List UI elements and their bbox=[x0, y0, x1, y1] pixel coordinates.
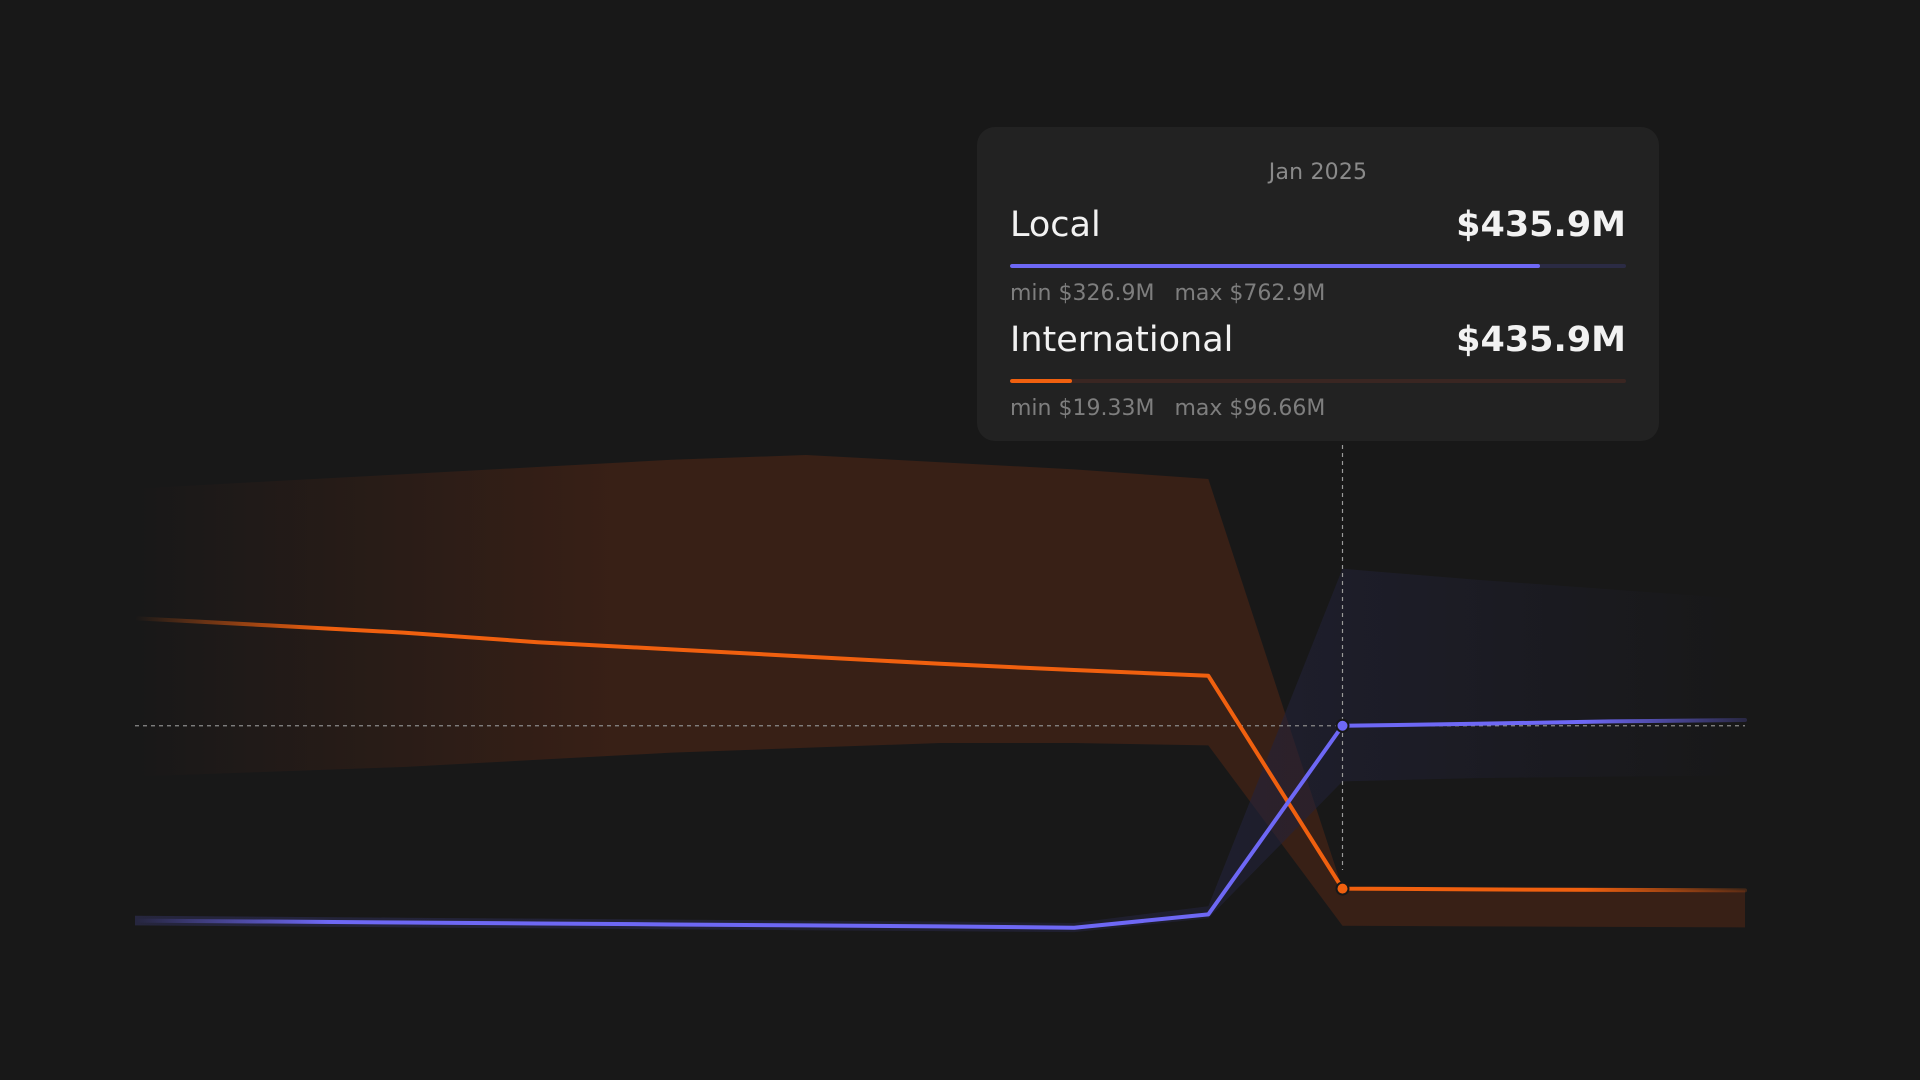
tooltip-international-minmax: min $19.33M max $96.66M bbox=[1010, 396, 1325, 421]
tooltip-international-max: max $96.66M bbox=[1174, 396, 1326, 421]
tooltip-local-range-fill bbox=[1010, 264, 1540, 268]
tooltip-local-range-bar bbox=[1010, 264, 1626, 268]
tooltip-international-min: min $19.33M bbox=[1010, 396, 1155, 421]
tooltip-international-range-fill bbox=[1010, 379, 1072, 383]
tooltip-local-label: Local bbox=[1010, 205, 1101, 245]
tooltip-date: Jan 2025 bbox=[1268, 160, 1368, 185]
tooltip-local-min: min $326.9M bbox=[1010, 281, 1155, 306]
data-point-international-9[interactable] bbox=[1335, 881, 1350, 896]
chart-stage: Jan 2025 Local $435.9M min $326.9M max $7… bbox=[0, 0, 1920, 1080]
tooltip-local-value: $435.9M bbox=[1456, 205, 1626, 245]
tooltip-local-minmax: min $326.9M max $762.9M bbox=[1010, 281, 1325, 306]
tooltip-local-max: max $762.9M bbox=[1174, 281, 1326, 306]
tooltip-international-label: International bbox=[1010, 320, 1234, 360]
tooltip-row-international: International $435.9M bbox=[1010, 320, 1626, 360]
tooltip-row-local: Local $435.9M bbox=[1010, 205, 1626, 245]
tooltip-international-value: $435.9M bbox=[1456, 320, 1626, 360]
chart-tooltip: Jan 2025 Local $435.9M min $326.9M max $7… bbox=[977, 127, 1659, 441]
tooltip-international-range-bar bbox=[1010, 379, 1626, 383]
data-point-local-9[interactable] bbox=[1335, 718, 1350, 733]
